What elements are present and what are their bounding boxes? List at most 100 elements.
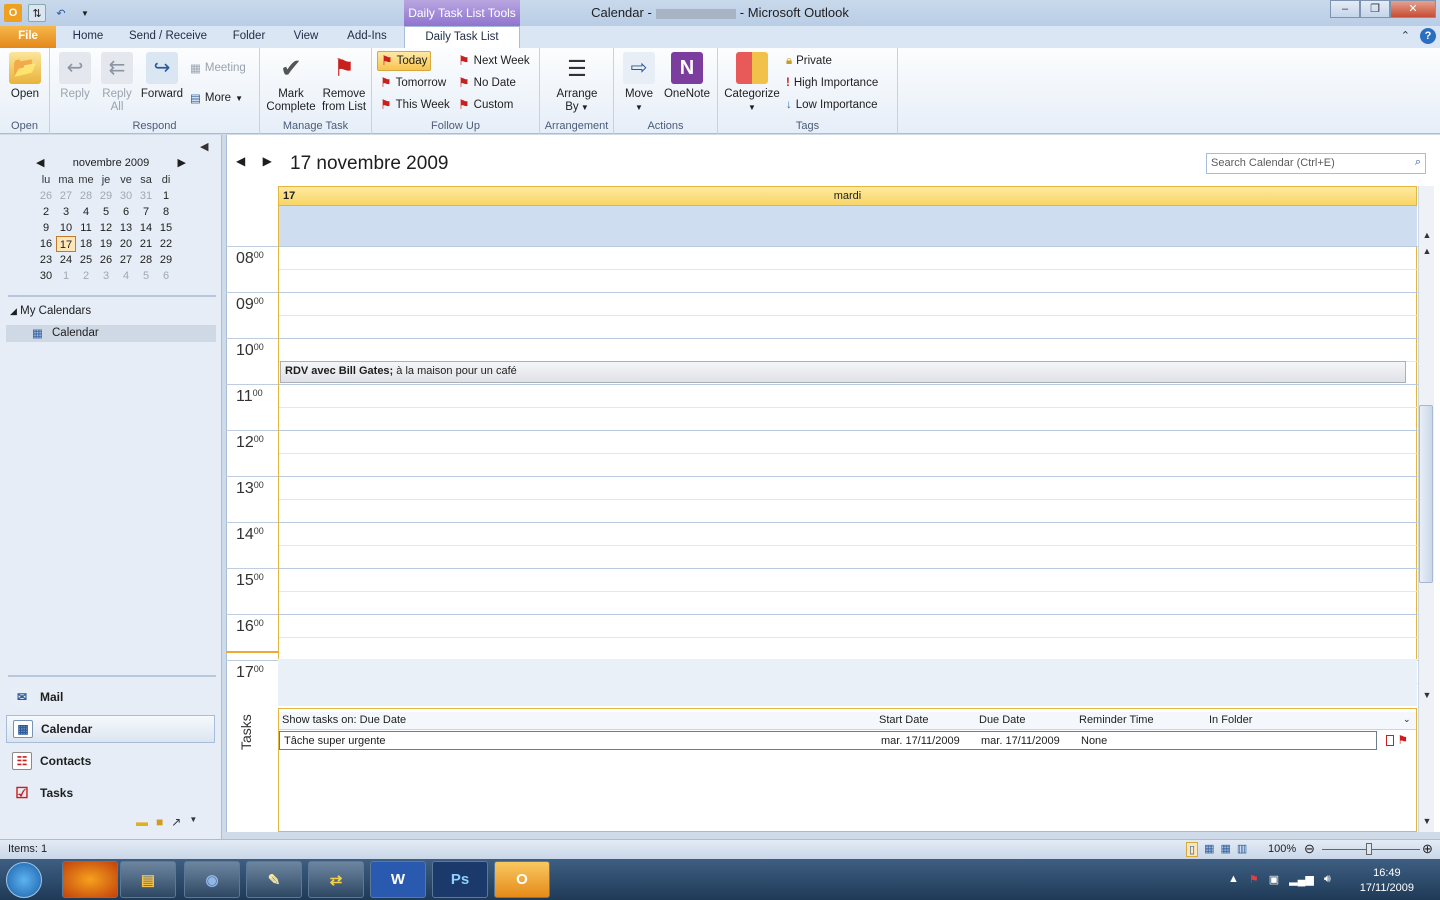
date-cell[interactable]: 8 xyxy=(156,204,176,220)
customize-qat-icon[interactable]: ▼ xyxy=(76,4,94,22)
all-day-area[interactable] xyxy=(278,206,1417,246)
next-day-icon[interactable]: ▶ xyxy=(263,154,272,168)
date-cell[interactable]: 18 xyxy=(76,236,96,252)
start-button[interactable] xyxy=(6,862,42,898)
arrange-by-button[interactable]: ☰ Arrange By ▼ xyxy=(550,52,604,114)
normal-view-icon[interactable]: ▯ xyxy=(1186,842,1199,857)
open-button[interactable]: 📂 Open xyxy=(6,52,44,101)
reply-all-button[interactable]: ⇇ Reply All xyxy=(98,52,136,114)
reading-view-icon[interactable]: ▥ xyxy=(1237,842,1247,857)
collapse-pane-icon[interactable]: ◀ xyxy=(200,140,208,153)
no-date-flag-button[interactable]: ⚑ No Date xyxy=(458,73,516,93)
shortcuts-icon[interactable]: ↗ xyxy=(171,815,181,829)
maximize-button[interactable]: ❐ xyxy=(1360,0,1390,18)
folder-calendar[interactable]: ▦ Calendar xyxy=(6,325,216,342)
date-cell[interactable]: 1 xyxy=(156,188,176,204)
close-button[interactable]: ✕ xyxy=(1390,0,1436,18)
outlook-taskbar-icon[interactable]: O xyxy=(494,861,550,898)
nav-tasks[interactable]: ☑ Tasks xyxy=(6,779,215,807)
after-hours-area[interactable] xyxy=(278,659,1417,706)
task-row[interactable]: Tâche super urgente mar. 17/11/2009 mar.… xyxy=(279,731,1377,750)
volume-icon[interactable]: 🔊︎ xyxy=(1324,873,1331,886)
date-cell[interactable]: 28 xyxy=(136,252,156,268)
configure-buttons-icon[interactable]: ▼ xyxy=(189,815,197,829)
date-cell[interactable]: 3 xyxy=(96,268,116,284)
date-cell[interactable]: 13 xyxy=(116,220,136,236)
high-importance-button[interactable]: ! High Importance xyxy=(786,73,878,93)
scrollbar-thumb[interactable] xyxy=(1419,405,1433,583)
photoshop-icon[interactable]: Ps xyxy=(432,861,488,898)
zoom-in-icon[interactable]: ⊕ xyxy=(1422,841,1433,857)
next-week-flag-button[interactable]: ⚑ Next Week xyxy=(458,51,530,71)
search-calendar-input[interactable]: Search Calendar (Ctrl+E) ⌕ xyxy=(1206,153,1426,174)
tab-home[interactable]: Home xyxy=(66,26,110,48)
more-button[interactable]: ▤ More ▼ xyxy=(190,88,243,108)
explorer-icon[interactable]: ▤ xyxy=(120,861,176,898)
meeting-button[interactable]: ▦ Meeting xyxy=(190,58,246,78)
date-cell[interactable]: 10 xyxy=(56,220,76,236)
date-cell[interactable]: 31 xyxy=(136,188,156,204)
network-icon[interactable]: ⇄ xyxy=(308,861,364,898)
mark-complete-button[interactable]: ✔ Mark Complete xyxy=(264,52,318,114)
onenote-button[interactable]: N OneNote xyxy=(662,52,712,101)
my-calendars-header[interactable]: ◢ My Calendars xyxy=(10,305,91,317)
date-cell[interactable]: 4 xyxy=(116,268,136,284)
tab-file[interactable]: File xyxy=(0,26,56,48)
date-cell[interactable]: 28 xyxy=(76,188,96,204)
date-cell[interactable]: 21 xyxy=(136,236,156,252)
date-cell[interactable]: 23 xyxy=(36,252,56,268)
date-cell[interactable]: 27 xyxy=(116,252,136,268)
undo-icon[interactable]: ↶ xyxy=(52,4,70,22)
reply-button[interactable]: ↩ Reply xyxy=(56,52,94,101)
day-header[interactable]: 17 mardi xyxy=(278,186,1417,206)
col-start-date[interactable]: Start Date xyxy=(879,714,929,726)
zoom-out-icon[interactable]: ⊖ xyxy=(1304,841,1315,857)
date-cell[interactable]: 26 xyxy=(36,188,56,204)
tab-folder[interactable]: Folder xyxy=(226,26,272,48)
nav-mail[interactable]: ✉ Mail xyxy=(6,683,215,711)
time-grid[interactable] xyxy=(278,246,1418,706)
date-cell[interactable]: 24 xyxy=(56,252,76,268)
appointment[interactable]: RDV avec Bill Gates; à la maison pour un… xyxy=(280,361,1406,383)
custom-flag-button[interactable]: ⚑ Custom xyxy=(458,95,513,115)
view-icon[interactable]: ▦ xyxy=(1220,842,1230,857)
date-cell[interactable]: 2 xyxy=(76,268,96,284)
date-cell[interactable]: 25 xyxy=(76,252,96,268)
date-cell[interactable]: 6 xyxy=(156,268,176,284)
this-week-flag-button[interactable]: ⚑ This Week xyxy=(380,95,450,115)
previous-day-icon[interactable]: ◀ xyxy=(236,154,245,168)
today-flag-button[interactable]: ⚑ Today xyxy=(377,51,432,71)
send-receive-icon[interactable]: ⇅ xyxy=(28,4,46,22)
date-cell-today[interactable]: 17 xyxy=(56,236,76,252)
nav-contacts[interactable]: ☷ Contacts xyxy=(6,747,215,775)
date-cell[interactable]: 30 xyxy=(116,188,136,204)
device-icon[interactable]: ▣ xyxy=(1269,873,1279,886)
date-cell[interactable]: 22 xyxy=(156,236,176,252)
action-center-icon[interactable]: ⚑ xyxy=(1249,873,1259,886)
date-cell[interactable]: 2 xyxy=(36,204,56,220)
prev-month-icon[interactable]: ◀ xyxy=(36,156,44,170)
date-cell[interactable]: 27 xyxy=(56,188,76,204)
date-cell[interactable]: 9 xyxy=(36,220,56,236)
scroll-down-icon[interactable]: ▼ xyxy=(1419,816,1435,830)
tomorrow-flag-button[interactable]: ⚑ Tomorrow xyxy=(380,73,446,93)
nav-calendar[interactable]: ▦ Calendar xyxy=(6,715,215,743)
low-importance-button[interactable]: ↓ Low Importance xyxy=(786,95,878,115)
system-clock[interactable]: 16:49 17/11/2009 xyxy=(1360,866,1414,896)
chevron-down-icon[interactable]: ⌄ xyxy=(1403,714,1411,725)
task-flag[interactable]: ⚑ xyxy=(1386,733,1408,747)
date-cell[interactable]: 29 xyxy=(156,252,176,268)
categorize-button[interactable]: Categorize ▼ xyxy=(722,52,782,114)
zoom-slider-thumb[interactable] xyxy=(1366,843,1372,855)
date-cell[interactable]: 15 xyxy=(156,220,176,236)
date-cell[interactable]: 16 xyxy=(36,236,56,252)
date-cell[interactable]: 12 xyxy=(96,220,116,236)
outlook-app-icon[interactable]: O xyxy=(4,4,22,22)
network-signal-icon[interactable]: ▂▄▆ xyxy=(1289,873,1314,886)
tab-view[interactable]: View xyxy=(286,26,326,48)
next-month-icon[interactable]: ▶ xyxy=(178,156,186,170)
col-reminder-time[interactable]: Reminder Time xyxy=(1079,714,1154,726)
date-cell[interactable]: 30 xyxy=(36,268,56,284)
date-cell[interactable]: 6 xyxy=(116,204,136,220)
col-due-date[interactable]: Due Date xyxy=(979,714,1025,726)
